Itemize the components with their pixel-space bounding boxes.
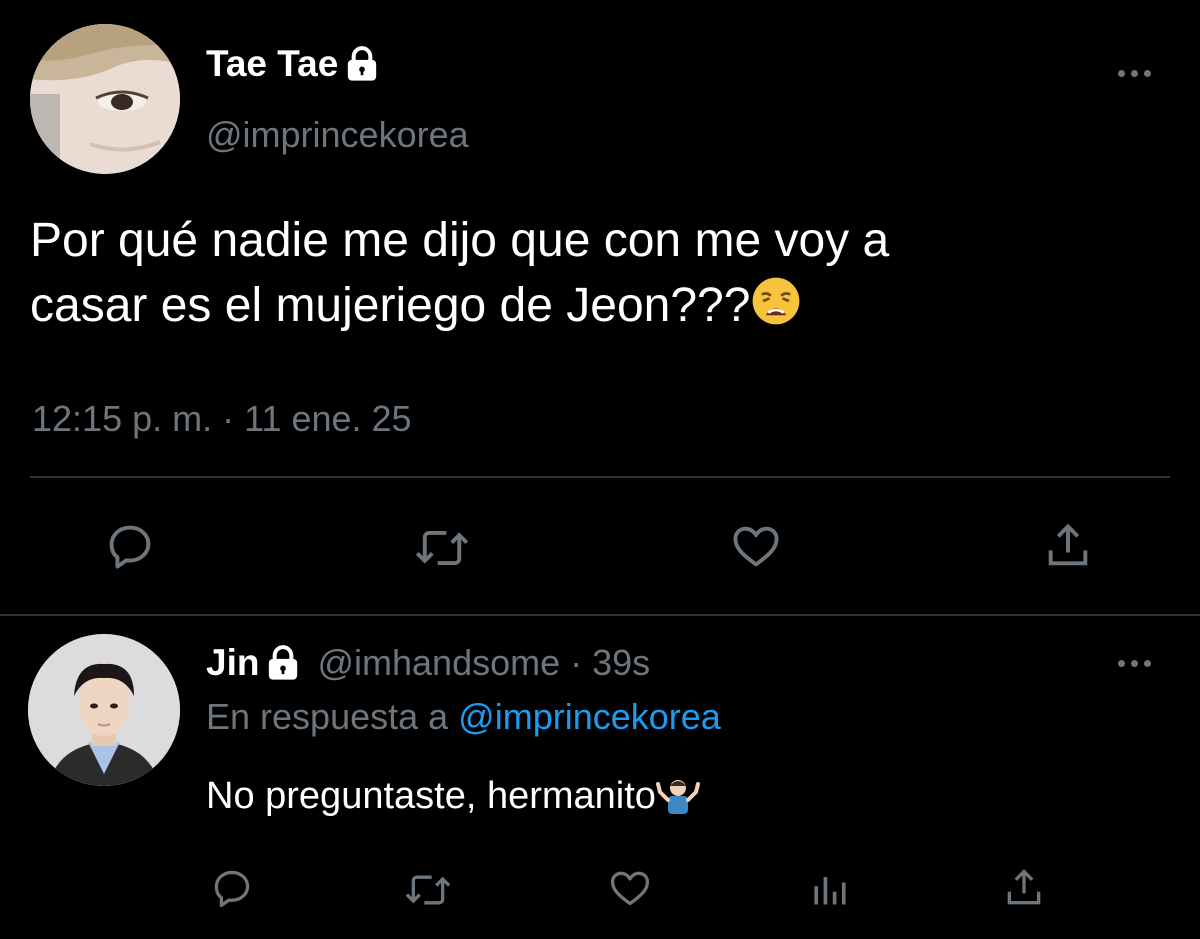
reply-header: Jin @imhandsome · 39s xyxy=(206,640,650,686)
tweet-text-line-2: casar es el mujeriego de Jeon??? xyxy=(30,273,1170,338)
person-shrugging-emoji-icon xyxy=(655,780,700,814)
more-icon[interactable] xyxy=(1118,62,1158,82)
display-name[interactable]: Jin xyxy=(206,642,259,684)
more-icon[interactable] xyxy=(1118,652,1158,672)
heart-icon[interactable] xyxy=(728,520,784,572)
divider xyxy=(0,614,1200,616)
in-reply-prefix: En respuesta a xyxy=(206,696,449,737)
display-name[interactable]: Tae Tae xyxy=(206,43,338,85)
reply-text: No preguntaste, hermanito xyxy=(206,774,700,818)
reply-icon[interactable] xyxy=(210,866,254,910)
tweet-text: Por qué nadie me dijo que con me voy a c… xyxy=(30,208,1170,338)
retweet-icon[interactable] xyxy=(404,868,452,912)
share-icon[interactable] xyxy=(1042,520,1094,572)
lock-icon xyxy=(348,46,377,81)
avatar-jin[interactable] xyxy=(28,634,180,786)
tweet-timestamp[interactable]: 12:15 p. m. · 11 ene. 25 xyxy=(32,398,412,440)
share-icon[interactable] xyxy=(1002,866,1046,910)
avatar-image xyxy=(30,24,180,174)
retweet-icon[interactable] xyxy=(414,522,470,574)
lock-icon xyxy=(269,645,298,680)
reply-handle-time[interactable]: @imhandsome · 39s xyxy=(317,642,650,684)
avatar-taetae[interactable] xyxy=(30,24,180,174)
analytics-icon[interactable] xyxy=(808,866,852,910)
tweet-text-line-2-text: casar es el mujeriego de Jeon??? xyxy=(30,279,751,332)
in-reply-to: En respuesta a @imprincekorea xyxy=(206,696,721,738)
in-reply-handle-link[interactable]: @imprincekorea xyxy=(458,696,721,737)
reply-text-content: No preguntaste, hermanito xyxy=(206,775,656,817)
divider xyxy=(30,476,1170,478)
avatar-image xyxy=(28,634,180,786)
reply-icon[interactable] xyxy=(104,520,156,572)
author-name-row: Tae Tae xyxy=(206,42,382,86)
author-handle[interactable]: @imprincekorea xyxy=(206,114,469,156)
heart-icon[interactable] xyxy=(606,866,654,910)
weary-face-emoji-icon xyxy=(753,277,800,325)
tweet-text-line-1: Por qué nadie me dijo que con me voy a xyxy=(30,214,890,267)
